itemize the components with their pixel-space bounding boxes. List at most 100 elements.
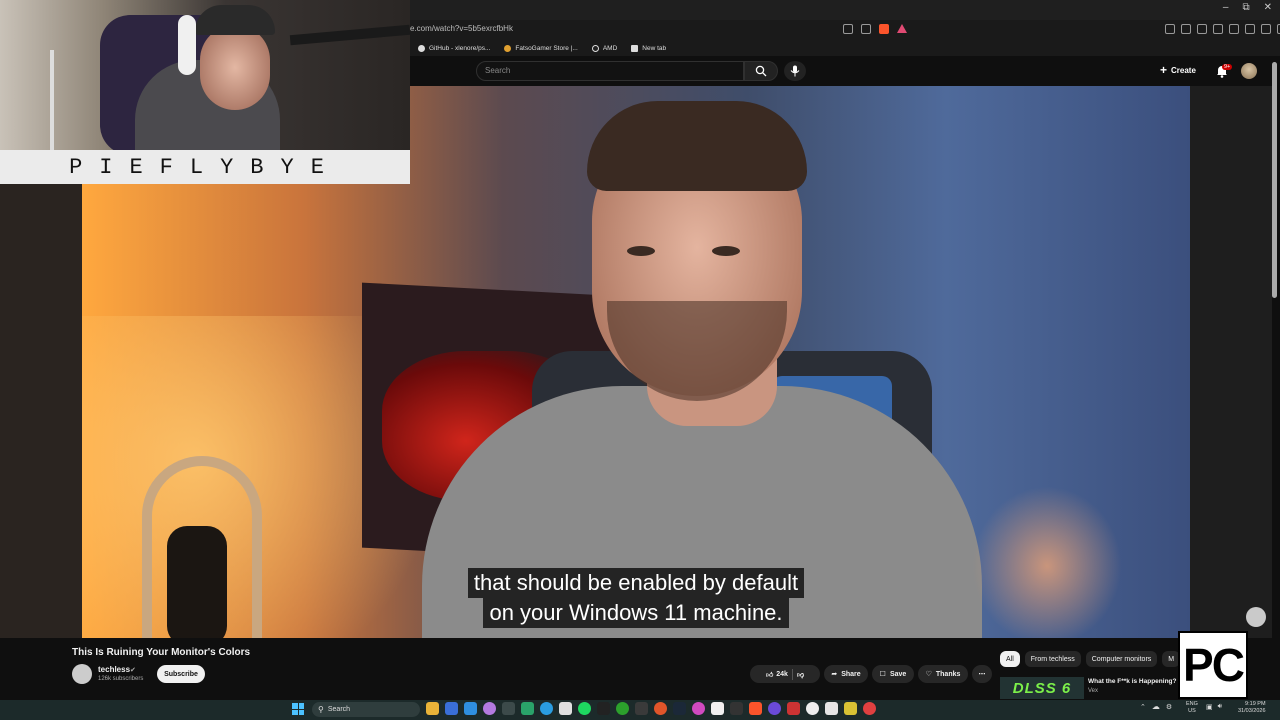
account-avatar[interactable]	[1241, 63, 1257, 79]
streamer-headset	[178, 15, 196, 75]
search-icon	[755, 65, 767, 77]
wallet-icon[interactable]	[1229, 24, 1239, 34]
app-icon[interactable]	[692, 702, 705, 715]
sidebar-icon[interactable]	[1165, 24, 1175, 34]
taskbar-apps	[426, 702, 876, 715]
record-icon[interactable]	[863, 702, 876, 715]
media-icon[interactable]	[787, 702, 800, 715]
cast-icon[interactable]	[843, 24, 853, 34]
save-button[interactable]: ☐ Save	[872, 665, 914, 683]
extension-icons	[1165, 24, 1280, 34]
close-icon[interactable]: ✕	[1264, 2, 1272, 13]
restore-icon[interactable]: ⧉	[1242, 2, 1249, 13]
x-icon[interactable]	[730, 702, 743, 715]
edge-icon[interactable]	[464, 702, 477, 715]
url-text[interactable]: e.com/watch?v=5b5exrcfbHk	[410, 24, 513, 33]
share-page-icon[interactable]	[861, 24, 871, 34]
channel-name[interactable]: techless	[98, 665, 130, 674]
thumbs-down-icon[interactable]: 👎︎	[797, 670, 804, 679]
reading-list-icon[interactable]	[1197, 24, 1207, 34]
settings-icon[interactable]	[635, 702, 648, 715]
discord-icon[interactable]	[806, 702, 819, 715]
windows-start-icon[interactable]	[292, 703, 304, 715]
thanks-button[interactable]: ♡ Thanks	[918, 665, 968, 683]
chevron-up-icon[interactable]: ⌃	[1140, 703, 1146, 711]
presenter-eye-right	[712, 246, 740, 256]
system-tray: ⌃ ☁ ⚙	[1140, 702, 1172, 711]
copilot-icon[interactable]	[483, 702, 496, 715]
bookmark-amd[interactable]: AMD	[591, 44, 618, 52]
tool-icon[interactable]	[844, 702, 857, 715]
xbox-icon[interactable]	[616, 702, 629, 715]
search-button[interactable]	[744, 61, 778, 81]
file-explorer-icon[interactable]	[426, 702, 439, 715]
like-dislike-group: 👍︎ 24k 👎︎	[750, 665, 820, 683]
brave-icon[interactable]	[749, 702, 762, 715]
mic-arm	[289, 24, 410, 46]
fsm-icon[interactable]	[711, 702, 724, 715]
bookmarks-bar: GitHub - xlenore/ps... FatsoGamer Store …	[410, 40, 1280, 56]
tray-status-icons[interactable]: ▣ 🔊︎	[1206, 703, 1222, 711]
more-actions-button[interactable]: ⋯	[972, 665, 992, 683]
telegram-icon[interactable]	[540, 702, 553, 715]
plus-icon: +	[1160, 63, 1168, 77]
window-controls: – ⧉ ✕	[1223, 2, 1272, 13]
music-icon[interactable]	[1181, 24, 1191, 34]
bookmark-label: GitHub - xlenore/ps...	[429, 44, 491, 52]
microphone-icon	[790, 65, 800, 77]
subscribe-button[interactable]: Subscribe	[157, 665, 205, 683]
chip-computer-monitors[interactable]: Computer monitors	[1085, 651, 1158, 667]
share-icon: ➦	[831, 671, 838, 678]
calendar-icon[interactable]	[559, 702, 572, 715]
taskbar-clock[interactable]: 9:19 PM 31/03/2026	[1238, 701, 1266, 715]
chip-from-channel[interactable]: From techless	[1024, 651, 1081, 667]
terminal-icon[interactable]	[597, 702, 610, 715]
steam-icon[interactable]	[673, 702, 686, 715]
taskbar-search-label: Search	[327, 706, 351, 713]
recommended-video-channel[interactable]: Vex	[1088, 688, 1098, 694]
subtitle-line-2: on your Windows 11 machine.	[483, 598, 789, 628]
clock-date: 31/03/2026	[1238, 708, 1266, 714]
share-button[interactable]: ➦ Share	[824, 665, 868, 683]
vpn-icon[interactable]	[1261, 24, 1271, 34]
subscriber-count: 126k subscribers	[98, 676, 144, 682]
channel-avatar[interactable]	[72, 664, 92, 684]
thumbnail-text: DLSS 6	[1012, 679, 1072, 697]
volume-icon: 🔊︎	[1217, 703, 1223, 710]
recommended-video-thumbnail[interactable]: DLSS 6	[1000, 677, 1084, 699]
taskbar-search[interactable]: ⚲ Search	[312, 702, 420, 717]
amd-icon	[591, 44, 599, 52]
notepad-icon[interactable]	[825, 702, 838, 715]
input-language[interactable]: ENG US	[1186, 701, 1198, 715]
spotify-icon[interactable]	[578, 702, 591, 715]
obs-icon[interactable]	[768, 702, 781, 715]
recommended-video-title[interactable]: What the F**k is Happening?	[1088, 678, 1176, 685]
brave-shield-icon[interactable]	[879, 24, 889, 34]
bookmark-label: AMD	[602, 44, 618, 52]
screenshot-icon[interactable]	[1213, 24, 1223, 34]
search-input[interactable]: Search	[476, 61, 744, 81]
chip-all[interactable]: All	[1000, 651, 1020, 667]
bookmark-new-tab[interactable]: New tab	[631, 44, 666, 52]
bookmark-fatsogamer[interactable]: FatsoGamer Store |...	[504, 44, 578, 52]
camera-tripod	[50, 50, 54, 150]
onedrive-icon[interactable]: ☁	[1152, 702, 1160, 711]
gpu-icon[interactable]: ⚙	[1166, 703, 1172, 711]
search-icon: ⚲	[318, 705, 324, 714]
page-icon	[631, 44, 639, 52]
page-scrollbar[interactable]	[1272, 62, 1277, 298]
bookmark-github[interactable]: GitHub - xlenore/ps...	[418, 44, 491, 52]
streamer-cap	[195, 5, 275, 35]
minimize-icon[interactable]: –	[1223, 2, 1229, 13]
origin-icon[interactable]	[654, 702, 667, 715]
create-button[interactable]: + Create	[1160, 63, 1196, 77]
store-icon[interactable]	[445, 702, 458, 715]
devhome-icon[interactable]	[502, 702, 515, 715]
voice-search-button[interactable]	[784, 61, 806, 81]
leo-ai-icon[interactable]	[1245, 24, 1255, 34]
clipchamp-icon[interactable]	[521, 702, 534, 715]
channel-watermark-icon[interactable]	[1246, 607, 1266, 627]
like-button[interactable]: 👍︎ 24k	[766, 670, 788, 679]
video-title: This Is Ruining Your Monitor's Colors	[72, 647, 251, 658]
brave-rewards-icon[interactable]	[897, 24, 907, 33]
